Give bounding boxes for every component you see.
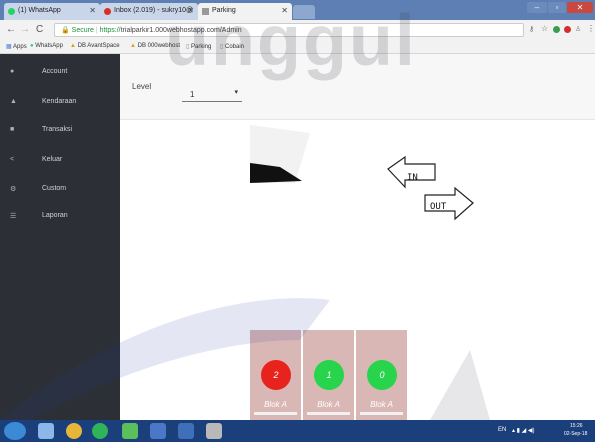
secure-label: Secure (71, 27, 94, 34)
car-icon: ▲ (10, 98, 17, 105)
logout-icon: < (10, 156, 15, 163)
extension-red-icon[interactable] (564, 26, 571, 33)
back-icon[interactable]: ← (6, 24, 16, 35)
bookmark-label: WhatsApp (35, 43, 63, 49)
bookmark-label: Apps (13, 44, 27, 50)
level-select[interactable]: 1 ▾ (182, 84, 242, 102)
tab-label: (1) WhatsApp (18, 7, 61, 14)
db-icon: ▲ (70, 43, 76, 49)
bookmark-whatsapp[interactable]: ● WhatsApp (30, 43, 63, 49)
watermark-shape (0, 298, 490, 420)
bookmark-label: DB AvantSpace (77, 43, 120, 49)
bookmark-apps[interactable]: ▦ Apps (6, 43, 27, 50)
tray-icons[interactable]: ▴ ▮ ◢ ◀) (512, 427, 535, 434)
url-protocol: https:// (99, 27, 121, 34)
lock-icon: 🔒 (61, 27, 70, 34)
sidebar-item-label: Laporan (42, 212, 68, 219)
watermark-logo: unggul (165, 1, 417, 81)
chrome-icon[interactable] (66, 423, 82, 439)
out-label: OUT (430, 202, 447, 212)
close-window-icon[interactable]: ✕ (567, 2, 593, 13)
shopping-icon: ■ (10, 126, 15, 133)
file-explorer-icon[interactable] (38, 423, 54, 439)
close-icon[interactable]: ✕ (89, 6, 96, 15)
forward-icon[interactable]: → (20, 24, 30, 35)
sidebar-item-keluar[interactable]: < Keluar (0, 150, 120, 172)
clock-time[interactable]: 15:26 (570, 423, 583, 429)
list-icon: ☰ (10, 213, 17, 220)
word-icon[interactable] (150, 423, 166, 439)
sidebar-item-custom[interactable]: ⚙ Custom (0, 179, 120, 201)
key-icon[interactable]: ⚷ (529, 25, 534, 33)
sidebar-item-transaksi[interactable]: ■ Transaksi (0, 120, 120, 142)
bookmark-db-avantspace[interactable]: ▲ DB AvantSpace (70, 43, 120, 49)
clock-date[interactable]: 02-Sep-18 (564, 431, 587, 437)
entry-exit-arrows (387, 155, 474, 221)
sidebar-item-account[interactable]: ● Account (0, 62, 120, 84)
extension-gray-icon[interactable]: ♙ (575, 25, 581, 33)
extension-icon[interactable] (553, 26, 560, 33)
paint-icon[interactable] (206, 423, 222, 439)
sidebar-item-label: Keluar (42, 156, 63, 163)
whatsapp-app-icon[interactable] (92, 423, 108, 439)
sidebar-item-label: Account (42, 68, 68, 75)
gmail-icon (104, 8, 111, 15)
level-label: Level (132, 82, 152, 91)
language-indicator[interactable]: EN (498, 427, 506, 433)
sidebar-item-kendaraan[interactable]: ▲ Kendaraan (0, 92, 120, 114)
whatsapp-icon (8, 8, 15, 15)
star-icon[interactable]: ☆ (541, 24, 548, 33)
menu-icon[interactable]: ⋮ (587, 24, 595, 33)
reload-icon[interactable]: C (36, 24, 43, 35)
minimize-icon[interactable]: – (527, 2, 547, 13)
db-icon: ▲ (130, 43, 136, 49)
gears-icon: ⚙ (10, 186, 17, 193)
sidebar-item-label: Custom (42, 185, 67, 192)
tab-whatsapp[interactable]: (1) WhatsApp ✕ (4, 3, 100, 20)
document-icon[interactable] (178, 423, 194, 439)
whatsapp-icon: ● (30, 43, 34, 49)
user-icon: ● (10, 68, 15, 75)
sidebar-item-label: Transaksi (42, 126, 73, 133)
level-value: 1 (190, 90, 195, 99)
in-label: IN (407, 173, 418, 183)
ramp-graphic (250, 125, 310, 183)
apps-icon: ▦ (6, 44, 12, 50)
start-button[interactable] (4, 422, 26, 440)
sidebar-item-laporan[interactable]: ☰ Laporan (0, 206, 120, 228)
url-separator: | (95, 27, 98, 34)
maximize-icon[interactable]: ▫ (548, 2, 566, 13)
caret-down-icon: ▾ (234, 89, 238, 96)
app-icon[interactable] (122, 423, 138, 439)
sidebar-item-label: Kendaraan (42, 98, 77, 105)
